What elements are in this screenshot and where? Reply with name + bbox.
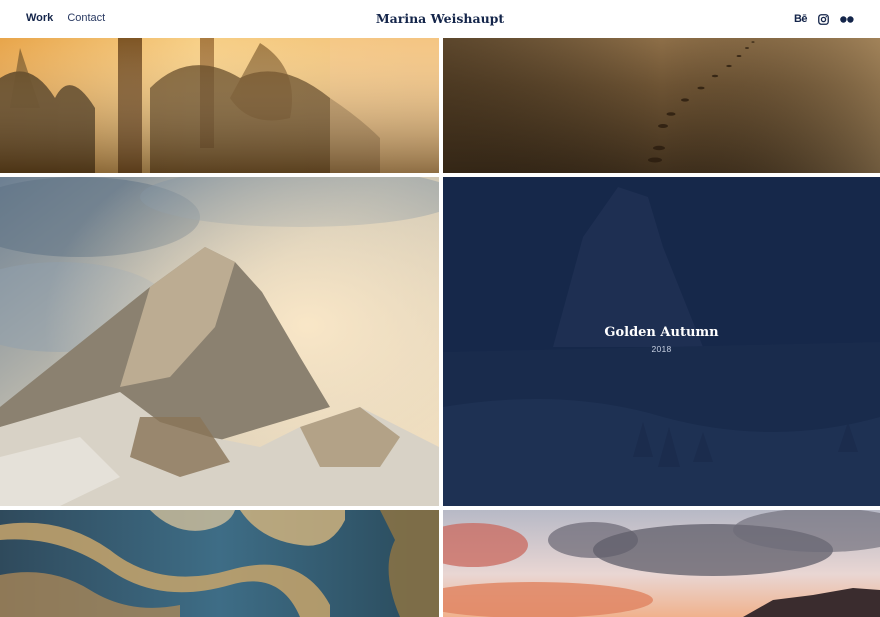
sunset-photo [443,510,880,617]
desert-photo [443,38,880,173]
instagram-icon[interactable] [818,12,829,26]
main-nav: Work Contact [26,12,105,24]
featured-title: Golden Autumn [604,325,719,340]
nav-work-link[interactable]: Work [26,12,53,24]
flickr-icon[interactable] [840,12,854,26]
gallery-item-desert[interactable] [443,38,880,173]
featured-year: 2018 [651,344,672,354]
social-links: Bē [794,12,854,26]
gallery-item-marble[interactable] [0,510,439,617]
site-title-wrapper: Marina Weishaupt [0,11,880,26]
nav-contact-link[interactable]: Contact [67,12,105,24]
behance-icon[interactable]: Bē [794,12,808,26]
mountain-photo [0,177,439,506]
marble-photo [0,510,439,617]
gallery-item-sunset[interactable] [443,510,880,617]
featured-caption: Golden Autumn 2018 [443,325,880,354]
top-bar: Work Contact Marina Weishaupt Bē [0,0,880,38]
forest-photo [0,38,439,173]
gallery-item-mountain[interactable] [0,177,439,506]
gallery-item-forest[interactable] [0,38,439,173]
gallery-item-golden-autumn[interactable]: Golden Autumn 2018 [443,177,880,506]
site-title[interactable]: Marina Weishaupt [376,11,504,26]
